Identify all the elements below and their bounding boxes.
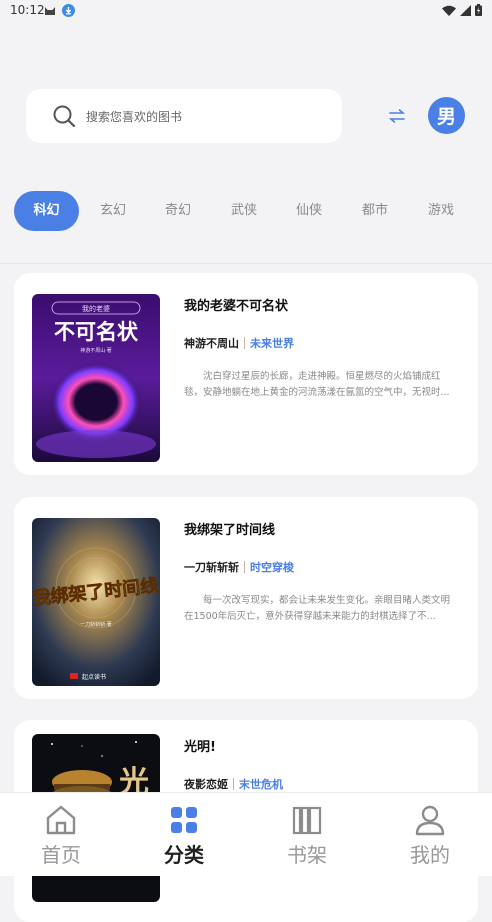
user-icon (415, 805, 445, 836)
category-tab-scifi[interactable]: 科幻 (14, 191, 79, 231)
nav-home[interactable]: 首页 (21, 803, 101, 868)
book-cover: 我绑架了时间线 一刀斩斩斩·著 起点读书 (32, 518, 160, 686)
nav-label: 首页 (41, 843, 81, 867)
category-tab-fantasy[interactable]: 奇幻 (163, 191, 193, 231)
download-notification-icon (62, 4, 75, 17)
category-tab-games[interactable]: 游戏 (426, 191, 456, 231)
category-tab-urban[interactable]: 都市 (360, 191, 390, 231)
book-description: 每一次改写现实，都会让未来发生变化。亲眼目睹人类文明在1500年后灭亡，意外获得… (184, 595, 451, 622)
category-grid-icon (171, 807, 197, 833)
search-input[interactable] (84, 106, 328, 128)
search-box[interactable] (26, 89, 342, 143)
status-time: 10:12 (10, 3, 45, 17)
nav-bookshelf[interactable]: 书架 (267, 803, 347, 868)
book-author: 神游不周山 (184, 337, 239, 350)
divider (0, 263, 492, 264)
swap-icon[interactable] (387, 106, 407, 126)
book-author: 夜影恋姬 (184, 778, 228, 791)
book-title: 我的老婆不可名状 (184, 299, 289, 314)
home-icon (46, 805, 76, 835)
book-genre: 末世危机 (239, 778, 283, 791)
book-description: 沈白穿过星辰的长廊，走进神殿。恒星燃尽的火焰铺成红毯，安静地躺在地上黄金的河流荡… (184, 371, 450, 398)
book-genre: 未来世界 (250, 337, 294, 350)
book-cover: 我的老婆 不可名状 神游不周山·著 (32, 294, 160, 462)
bookshelf-icon (292, 806, 322, 835)
meta-separator (244, 561, 245, 573)
battery-icon (475, 4, 482, 16)
book-card[interactable]: 我的老婆 不可名状 神游不周山·著 我的老婆不可名状 神游不周山 未来世界 沈白… (14, 273, 478, 475)
cover-author: 神游不周山·著 (80, 347, 112, 354)
nav-label: 我的 (410, 843, 450, 867)
book-genre: 时空穿梭 (250, 561, 294, 574)
cover-publisher: 起点读书 (82, 673, 106, 681)
cover-subtitle: 我的老婆 (82, 304, 110, 313)
bottom-nav: 首页 分类 书架 我的 (0, 792, 492, 876)
book-title: 我绑架了时间线 (184, 523, 276, 538)
book-card[interactable]: 我绑架了时间线 一刀斩斩斩·著 起点读书 我绑架了时间线 一刀斩斩斩 时空穿梭 … (14, 497, 478, 699)
nav-label: 分类 (164, 843, 204, 867)
cover-author: 一刀斩斩斩·著 (80, 621, 112, 628)
meta-separator (233, 778, 234, 790)
nav-label: 书架 (287, 843, 327, 867)
signal-icon (460, 4, 471, 16)
category-tab-xianxia[interactable]: 仙侠 (294, 191, 324, 231)
book-title: 光明! (184, 740, 216, 755)
category-tab-wuxia[interactable]: 武侠 (229, 191, 259, 231)
nav-profile[interactable]: 我的 (390, 803, 470, 868)
cover-title: 不可名状 (54, 319, 139, 344)
wifi-icon (442, 5, 456, 16)
cat-notification-icon (45, 6, 55, 15)
gender-toggle-button[interactable]: 男 (428, 97, 465, 134)
category-tabs: 科幻 玄幻 奇幻 武侠 仙侠 都市 游戏 (14, 191, 484, 231)
search-icon (53, 105, 76, 128)
book-author: 一刀斩斩斩 (184, 561, 239, 574)
status-bar: 10:12 (0, 0, 492, 22)
category-tab-xuanhuan[interactable]: 玄幻 (98, 191, 128, 231)
meta-separator (244, 337, 245, 349)
nav-category[interactable]: 分类 (144, 803, 224, 868)
